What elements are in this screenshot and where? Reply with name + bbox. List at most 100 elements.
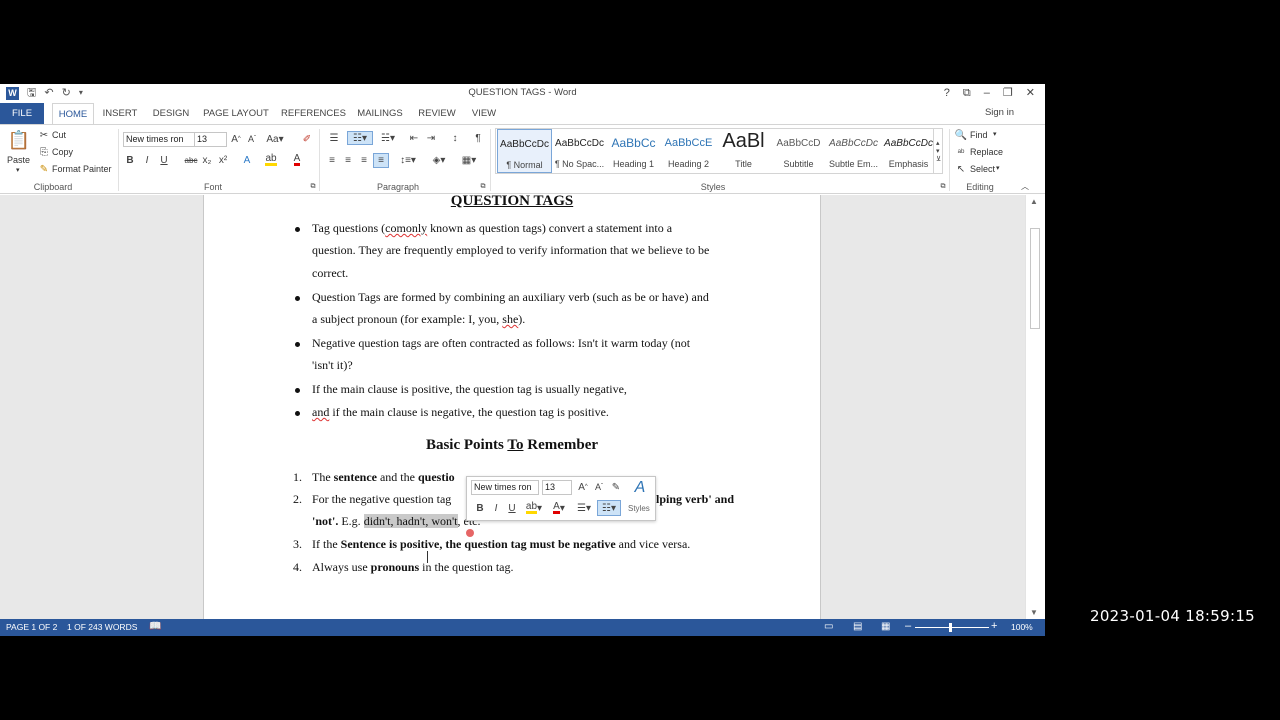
show-formatting-icon[interactable]: ¶ xyxy=(471,132,485,145)
highlight-color-icon[interactable]: ab xyxy=(264,154,278,166)
mini-grow-font-icon[interactable]: A ^ xyxy=(577,481,589,493)
strikethrough-button[interactable]: abc xyxy=(183,154,199,166)
ribbon-display-icon[interactable]: ⧉ xyxy=(963,86,971,100)
font-dialog-launcher-icon[interactable]: ⧉ xyxy=(309,183,317,191)
bullets-icon[interactable]: ☰ xyxy=(325,132,343,145)
scrollbar-thumb[interactable] xyxy=(1030,228,1040,329)
style-heading-2[interactable]: AaBbCcE Heading 2 xyxy=(661,129,716,173)
select-icon[interactable]: ↖ xyxy=(955,163,967,175)
zoom-in-icon[interactable]: + xyxy=(991,620,997,632)
font-name-input[interactable]: New times ron xyxy=(123,132,198,147)
increase-indent-icon[interactable]: ⇥ xyxy=(424,132,438,145)
proofing-icon[interactable]: 📖 xyxy=(149,621,161,632)
collapse-ribbon-icon[interactable]: ︿ xyxy=(1020,181,1030,191)
select-dropdown-icon[interactable]: ▾ xyxy=(996,164,1000,172)
style-emphasis[interactable]: AaBbCcDc Emphasis xyxy=(881,129,936,173)
shrink-font-icon[interactable]: Aˇ xyxy=(246,133,258,145)
paste-icon[interactable]: 📋 xyxy=(8,129,30,151)
scroll-up-icon[interactable]: ▲ xyxy=(1030,197,1038,206)
restore-icon[interactable]: ❐ xyxy=(1003,86,1013,100)
clear-formatting-icon[interactable]: ✐ xyxy=(300,133,314,145)
style-heading-1[interactable]: AaBbCc Heading 1 xyxy=(606,129,661,173)
decrease-indent-icon[interactable]: ⇤ xyxy=(407,132,421,145)
read-mode-icon[interactable]: ▭ xyxy=(824,621,833,632)
align-center-icon[interactable]: ≡ xyxy=(341,154,355,167)
mini-highlight-icon[interactable]: ab ▾ xyxy=(524,502,544,514)
paste-dropdown-icon[interactable]: ▾ xyxy=(16,166,20,174)
zoom-slider-thumb[interactable] xyxy=(949,623,952,632)
tab-page-layout[interactable]: PAGE LAYOUT xyxy=(203,103,269,124)
format-painter-button[interactable]: Format Painter xyxy=(52,164,112,174)
find-dropdown-icon[interactable]: ▾ xyxy=(993,130,997,138)
close-icon[interactable]: ✕ xyxy=(1026,86,1035,100)
help-icon[interactable]: ? xyxy=(944,86,950,100)
align-left-icon[interactable]: ≡ xyxy=(325,154,339,167)
mini-font-name-input[interactable]: New times ron xyxy=(471,480,539,495)
replace-button[interactable]: Replace xyxy=(970,147,1003,157)
style-no-spacing[interactable]: AaBbCcDc ¶ No Spac... xyxy=(552,129,607,173)
mini-format-painter-icon[interactable]: ✎ xyxy=(610,481,622,493)
bold-button[interactable]: B xyxy=(124,154,136,166)
styles-scroll-icon[interactable]: ▴ ▾ ⊻ xyxy=(933,129,943,173)
paste-button[interactable]: Paste xyxy=(7,155,30,165)
page-count[interactable]: PAGE 1 OF 2 xyxy=(6,622,57,632)
cut-button[interactable]: Cut xyxy=(52,130,66,140)
align-right-icon[interactable]: ≡ xyxy=(357,154,371,167)
zoom-out-icon[interactable]: – xyxy=(905,620,911,632)
sign-in-link[interactable]: Sign in xyxy=(985,107,1014,118)
mini-font-color-icon[interactable]: A ▾ xyxy=(549,502,569,514)
cut-icon[interactable]: ✂ xyxy=(38,129,50,141)
style-subtitle[interactable]: AaBbCcD Subtitle xyxy=(771,129,826,173)
mini-styles-icon[interactable]: A xyxy=(629,478,651,498)
zoom-level[interactable]: 100% xyxy=(1011,622,1033,632)
mini-numbering-icon[interactable]: ☷▾ xyxy=(597,500,621,516)
print-layout-icon[interactable]: ▤ xyxy=(853,621,862,632)
underline-button[interactable]: U xyxy=(158,154,170,166)
multilevel-list-icon[interactable]: ☵▾ xyxy=(377,132,399,145)
borders-icon[interactable]: ▦▾ xyxy=(458,154,480,167)
tab-insert[interactable]: INSERT xyxy=(100,103,140,124)
find-button[interactable]: Find xyxy=(970,130,988,140)
mini-shrink-font-icon[interactable]: Aˇ xyxy=(593,481,605,493)
tab-review[interactable]: REVIEW xyxy=(417,103,457,124)
font-size-input[interactable]: 13 xyxy=(194,132,227,147)
tab-file[interactable]: FILE xyxy=(0,103,44,124)
mini-underline-button[interactable]: U xyxy=(507,502,517,514)
tab-design[interactable]: DESIGN xyxy=(149,103,193,124)
tab-home[interactable]: HOME xyxy=(52,103,94,124)
mini-bullets-icon[interactable]: ☰▾ xyxy=(574,502,594,514)
mini-bold-button[interactable]: B xyxy=(475,502,485,514)
word-count[interactable]: 1 OF 243 WORDS xyxy=(67,622,137,632)
mini-font-size-input[interactable]: 13 xyxy=(542,480,572,495)
numbering-icon[interactable]: ☷▾ xyxy=(347,131,373,145)
sort-icon[interactable]: ↕ xyxy=(448,132,462,145)
copy-button[interactable]: Copy xyxy=(52,147,73,157)
change-case-icon[interactable]: Aa▾ xyxy=(266,133,284,145)
document-page[interactable]: QUESTION TAGS Tag questions (comonly kno… xyxy=(203,195,821,619)
superscript-button[interactable]: x² xyxy=(217,154,229,166)
paragraph-dialog-launcher-icon[interactable]: ⧉ xyxy=(479,183,487,191)
replace-icon[interactable]: ᵃᵇ xyxy=(955,146,967,158)
style-normal[interactable]: AaBbCcDc ¶ Normal xyxy=(497,129,552,173)
web-layout-icon[interactable]: ▦ xyxy=(881,621,890,632)
minimize-icon[interactable]: – xyxy=(984,86,990,100)
copy-icon[interactable]: ⎘ xyxy=(38,146,50,158)
tab-references[interactable]: REFERENCES xyxy=(281,103,346,124)
style-title[interactable]: AaBl Title xyxy=(716,129,771,173)
vertical-scrollbar[interactable]: ▲ ▼ xyxy=(1025,195,1045,619)
tab-mailings[interactable]: MAILINGS xyxy=(354,103,406,124)
line-spacing-icon[interactable]: ↕≡▾ xyxy=(397,154,419,167)
subscript-button[interactable]: x₂ xyxy=(201,154,213,166)
text-effects-icon[interactable]: A xyxy=(240,154,254,166)
justify-icon[interactable]: ≡ xyxy=(373,153,389,168)
tab-view[interactable]: VIEW xyxy=(469,103,499,124)
select-button[interactable]: Select xyxy=(970,164,995,174)
style-subtle-emphasis[interactable]: AaBbCcDc Subtle Em... xyxy=(826,129,881,173)
font-color-icon[interactable]: A xyxy=(290,154,304,166)
mini-italic-button[interactable]: I xyxy=(491,502,501,514)
zoom-slider[interactable] xyxy=(915,627,989,628)
italic-button[interactable]: I xyxy=(141,154,153,166)
scroll-down-icon[interactable]: ▼ xyxy=(1030,608,1038,617)
shading-icon[interactable]: ◈▾ xyxy=(428,154,450,167)
grow-font-icon[interactable]: A ^ xyxy=(230,133,242,145)
